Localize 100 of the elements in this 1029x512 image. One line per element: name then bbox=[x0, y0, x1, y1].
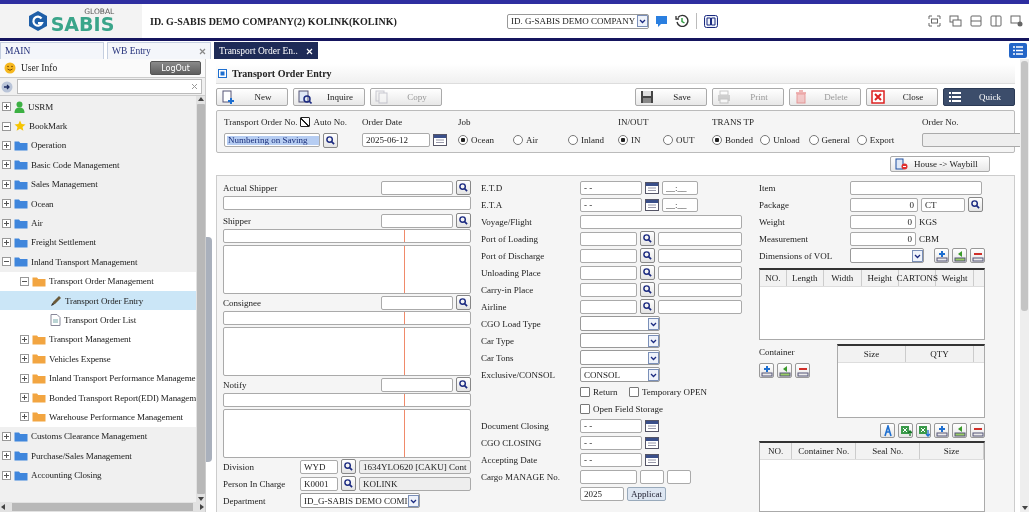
add-row-button[interactable] bbox=[934, 423, 949, 438]
tree-item[interactable]: USRM bbox=[0, 97, 196, 117]
expand-icon[interactable] bbox=[2, 199, 11, 209]
name-field[interactable] bbox=[658, 248, 742, 263]
search-button[interactable] bbox=[640, 248, 655, 263]
tree-item[interactable]: Inland Transport Management bbox=[0, 252, 196, 272]
tree-item[interactable]: Sales Management bbox=[0, 174, 196, 194]
number-field[interactable]: 0 bbox=[850, 214, 916, 229]
apply-button[interactable]: Applicat bbox=[627, 486, 666, 501]
vertical-scrollbar[interactable] bbox=[1020, 59, 1029, 512]
dropdown[interactable] bbox=[850, 248, 924, 263]
dropdown[interactable] bbox=[580, 350, 660, 365]
input-field[interactable] bbox=[667, 469, 691, 484]
insert-row-button[interactable] bbox=[952, 248, 967, 263]
dropdown[interactable]: ID_G-SABIS DEMO COMI bbox=[300, 493, 420, 508]
scroll-down-icon[interactable] bbox=[1021, 505, 1028, 510]
book-icon[interactable] bbox=[704, 14, 718, 28]
date-field[interactable]: - - bbox=[580, 452, 642, 467]
tree-item[interactable]: Bonded Transport Report(EDI) Managem bbox=[0, 387, 196, 408]
radio-button[interactable]: Ocean bbox=[458, 135, 510, 145]
checkbox[interactable]: Temporary OPEN bbox=[629, 386, 708, 397]
radio-button[interactable]: Export bbox=[856, 135, 902, 145]
expand-icon[interactable] bbox=[20, 393, 29, 403]
menu-button[interactable] bbox=[1009, 43, 1027, 58]
name-field[interactable] bbox=[223, 393, 471, 407]
code-field[interactable]: WYD bbox=[300, 459, 338, 474]
expand-icon[interactable] bbox=[2, 431, 11, 441]
radio-button[interactable]: Bonded bbox=[712, 135, 758, 145]
name-field[interactable] bbox=[223, 229, 471, 243]
search-button[interactable] bbox=[968, 197, 983, 212]
tree-item[interactable]: Transport Order List bbox=[0, 310, 196, 330]
expand-icon[interactable] bbox=[20, 373, 29, 383]
time-field[interactable]: __:__ bbox=[662, 180, 698, 195]
search-button[interactable] bbox=[456, 295, 471, 310]
remove-row-button[interactable] bbox=[795, 363, 810, 378]
calendar-icon[interactable] bbox=[645, 181, 659, 194]
toolbar-button[interactable]: Close bbox=[866, 88, 938, 106]
code-field[interactable] bbox=[381, 295, 453, 310]
checkbox[interactable]: Return bbox=[580, 386, 626, 397]
tree-item[interactable]: BookMark bbox=[0, 116, 196, 136]
search-button[interactable] bbox=[456, 213, 471, 228]
code-field[interactable] bbox=[580, 282, 637, 297]
dropdown[interactable]: ID. G-SABIS DEMO COMPANY bbox=[507, 13, 649, 29]
toolbar-button[interactable]: New bbox=[216, 88, 288, 106]
arrow-right-icon[interactable] bbox=[1, 80, 13, 93]
tree-item[interactable]: Inland Transport Performance Manageme bbox=[0, 368, 196, 388]
order-number-field[interactable]: Numbering on Saving bbox=[224, 133, 320, 147]
expand-icon[interactable] bbox=[20, 334, 29, 344]
expand-icon[interactable] bbox=[2, 218, 11, 228]
number-field[interactable]: 0 bbox=[850, 197, 918, 212]
add-row-button[interactable] bbox=[934, 248, 949, 263]
calendar-icon[interactable] bbox=[645, 436, 659, 449]
time-field[interactable]: __:__ bbox=[662, 197, 698, 212]
expand-icon[interactable] bbox=[2, 451, 11, 461]
scroll-left-icon[interactable] bbox=[1, 504, 6, 510]
radio-button[interactable]: General bbox=[808, 135, 854, 145]
expand-icon[interactable] bbox=[2, 160, 11, 170]
calendar-icon[interactable] bbox=[645, 419, 659, 432]
search-button[interactable] bbox=[323, 132, 338, 148]
tree-item[interactable]: Air bbox=[0, 213, 196, 233]
name-field[interactable] bbox=[658, 265, 742, 280]
history-icon[interactable] bbox=[675, 14, 689, 28]
code-field[interactable] bbox=[381, 213, 453, 228]
split-horizontal-icon[interactable] bbox=[970, 15, 982, 27]
excel-up-button[interactable] bbox=[898, 423, 913, 438]
checkbox[interactable]: Auto No. bbox=[300, 117, 347, 127]
fullscreen-icon[interactable] bbox=[928, 15, 941, 27]
scroll-right-icon[interactable] bbox=[199, 504, 204, 510]
tab[interactable]: WB Entry bbox=[107, 42, 211, 59]
tree-item[interactable]: Accounting Closing bbox=[0, 465, 196, 485]
insert-row-button[interactable] bbox=[952, 423, 967, 438]
menu-search-field[interactable] bbox=[17, 79, 202, 94]
input-field[interactable] bbox=[580, 469, 637, 484]
date-field[interactable]: - - bbox=[580, 197, 642, 212]
search-button[interactable] bbox=[456, 377, 471, 392]
expand-icon[interactable] bbox=[2, 102, 11, 112]
tree-item[interactable]: Ocean bbox=[0, 193, 196, 214]
font-button[interactable] bbox=[880, 423, 895, 438]
radio-button[interactable]: IN bbox=[618, 135, 660, 145]
date-field[interactable]: - - bbox=[580, 180, 642, 195]
address-field[interactable] bbox=[223, 245, 471, 294]
code-field[interactable] bbox=[580, 248, 637, 263]
collapse-icon[interactable] bbox=[20, 276, 29, 286]
input-field[interactable] bbox=[580, 214, 742, 229]
toolbar-button[interactable]: Inquire bbox=[293, 88, 365, 106]
dropdown[interactable] bbox=[580, 333, 660, 348]
search-button[interactable] bbox=[640, 282, 655, 297]
collapse-icon[interactable] bbox=[2, 121, 11, 131]
tree-item[interactable]: Vehicles Expense bbox=[0, 349, 196, 369]
tree-item[interactable]: Warehouse Performance Management bbox=[0, 407, 196, 427]
chat-icon[interactable] bbox=[655, 14, 668, 28]
year-field[interactable]: 2025 bbox=[580, 486, 624, 501]
cascade-icon[interactable] bbox=[949, 15, 962, 27]
splitter-handle[interactable] bbox=[206, 237, 212, 462]
add-row-button[interactable] bbox=[759, 363, 774, 378]
date-field[interactable]: 2025-06-12 bbox=[362, 133, 430, 147]
unit-field[interactable]: CT bbox=[921, 197, 965, 212]
code-field[interactable] bbox=[580, 231, 637, 246]
tree-item[interactable]: Transport Order Entry bbox=[0, 290, 196, 311]
search-button[interactable] bbox=[640, 299, 655, 314]
